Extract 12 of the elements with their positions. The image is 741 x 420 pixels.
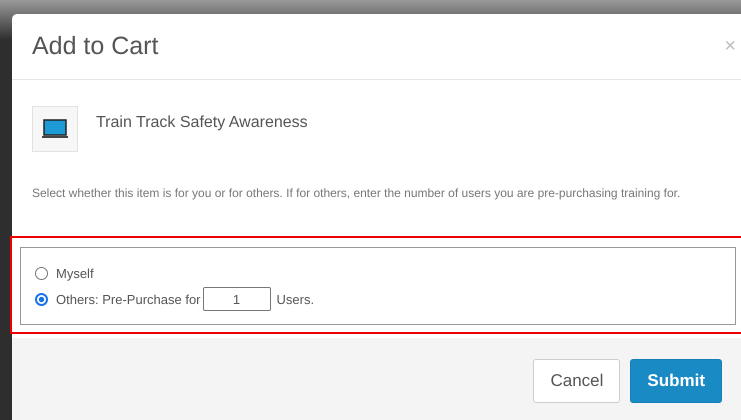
option-label[interactable]: Myself <box>56 266 94 280</box>
option-label[interactable]: Others: Pre-Purchase for <box>56 292 200 306</box>
submit-button[interactable]: Submit <box>630 359 722 403</box>
course-title: Train Track Safety Awareness <box>96 114 308 132</box>
users-label: Users. <box>276 292 314 306</box>
cancel-button[interactable]: Cancel <box>533 359 620 403</box>
laptop-icon <box>41 118 69 140</box>
user-count-field[interactable]: 1 <box>202 287 270 311</box>
instruction-text: Select whether this item is for you or for others. If for others, enter the number of users you are pre-purchasing training for. <box>32 185 682 202</box>
dialog-title: Add to Cart <box>32 32 158 61</box>
radio-button[interactable] <box>35 292 48 306</box>
radio-button[interactable] <box>35 266 48 280</box>
